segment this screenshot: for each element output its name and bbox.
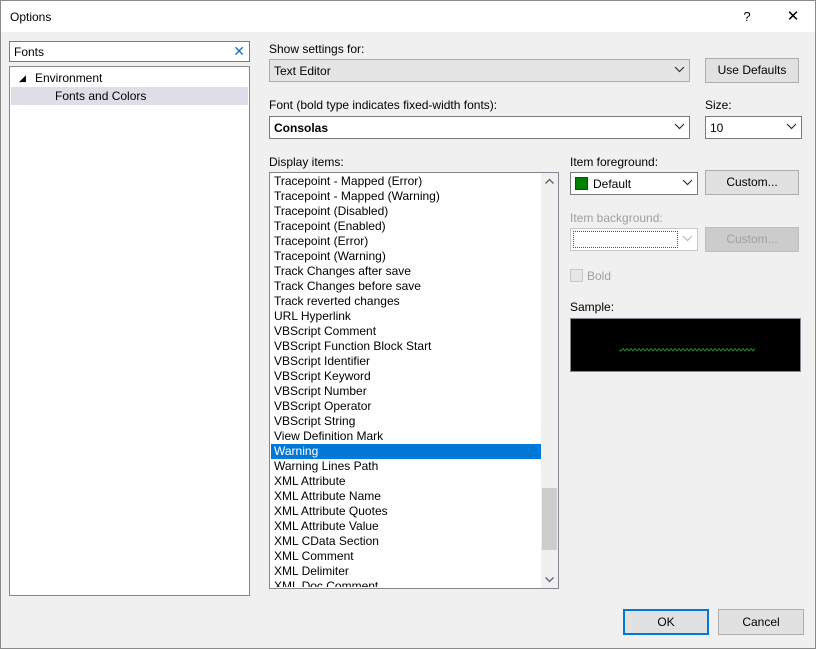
list-item[interactable]: Tracepoint - Mapped (Warning) [271,189,541,204]
list-item[interactable]: URL Hyperlink [271,309,541,324]
search-input[interactable] [14,44,224,59]
item-background-combo[interactable] [570,228,698,251]
show-settings-label: Show settings for: [269,42,365,56]
use-defaults-button[interactable]: Use Defaults [705,58,799,83]
list-item[interactable]: View Definition Mark [271,429,541,444]
list-item[interactable]: Tracepoint (Warning) [271,249,541,264]
tree-item-label: Environment [35,71,103,85]
cancel-button[interactable]: Cancel [718,609,804,635]
size-combo[interactable]: 10 [705,116,802,139]
list-item[interactable]: XML Doc Comment [271,579,541,587]
item-background-label: Item background: [570,211,663,225]
size-value: 10 [710,121,724,135]
list-scrollbar[interactable] [541,173,558,588]
list-item[interactable]: Tracepoint - Mapped (Error) [271,174,541,189]
list-item[interactable]: Track reverted changes [271,294,541,309]
item-background-custom-button[interactable]: Custom... [705,227,799,252]
list-item[interactable]: XML Attribute [271,474,541,489]
chevron-down-icon [786,123,797,130]
item-foreground-value: Default [593,177,632,191]
options-dialog: Options ? ✕ ✕ ◢ Environment Fonts and Co… [0,0,816,649]
list-item[interactable]: VBScript Identifier [271,354,541,369]
list-item[interactable]: VBScript Keyword [271,369,541,384]
title-bar: Options ? ✕ [1,1,815,32]
scroll-down-icon[interactable] [541,571,558,588]
font-value: Consolas [274,121,329,135]
clear-search-icon[interactable]: ✕ [233,43,245,60]
list-item[interactable]: Track Changes before save [271,279,541,294]
scrollbar-thumb[interactable] [542,488,557,550]
chevron-down-icon [674,123,685,130]
display-items-label: Display items: [269,155,344,169]
options-tree[interactable]: ◢ Environment Fonts and Colors [9,66,250,596]
item-foreground-label: Item foreground: [570,155,659,169]
chevron-down-icon [682,179,693,186]
tree-item-environment[interactable]: ◢ Environment [11,69,248,87]
font-label: Font (bold type indicates fixed-width fo… [269,98,498,112]
item-foreground-custom-button[interactable]: Custom... [705,170,799,195]
tree-item-label: Fonts and Colors [55,89,147,103]
bold-checkbox[interactable] [570,269,583,282]
list-item[interactable]: XML Attribute Name [271,489,541,504]
list-item[interactable]: XML Attribute Value [271,519,541,534]
color-swatch [575,177,588,190]
warning-squiggle-icon [619,347,755,352]
list-item[interactable]: VBScript String [271,414,541,429]
font-combo[interactable]: Consolas [269,116,690,139]
ok-button[interactable]: OK [623,609,709,635]
list-item[interactable]: Track Changes after save [271,264,541,279]
list-item[interactable]: VBScript Comment [271,324,541,339]
expanded-arrow-icon[interactable]: ◢ [19,69,26,87]
list-item[interactable]: XML Delimiter [271,564,541,579]
sample-label: Sample: [570,300,615,314]
tree-item-fonts-and-colors[interactable]: Fonts and Colors [11,87,248,105]
sample-preview [570,318,801,372]
list-item[interactable]: VBScript Number [271,384,541,399]
size-label: Size: [705,98,732,112]
show-settings-combo[interactable]: Text Editor [269,59,690,82]
list-item[interactable]: Tracepoint (Error) [271,234,541,249]
scroll-up-icon[interactable] [541,173,558,190]
list-item[interactable]: XML CData Section [271,534,541,549]
display-items-viewport: Tracepoint - Mapped (Error) Tracepoint - … [271,174,541,587]
focus-rect [573,231,678,248]
chevron-down-icon [674,66,685,73]
help-button[interactable]: ? [725,1,769,32]
list-item[interactable]: VBScript Function Block Start [271,339,541,354]
list-item[interactable]: Warning Lines Path [271,459,541,474]
list-item[interactable]: Tracepoint (Disabled) [271,204,541,219]
close-button[interactable]: ✕ [771,1,815,32]
list-item[interactable]: Warning [271,444,541,459]
list-item[interactable]: XML Comment [271,549,541,564]
list-item[interactable]: VBScript Operator [271,399,541,414]
chevron-down-icon [682,235,693,242]
list-item[interactable]: Tracepoint (Enabled) [271,219,541,234]
display-items-list[interactable]: Tracepoint - Mapped (Error) Tracepoint - … [269,172,559,589]
list-item[interactable]: XML Attribute Quotes [271,504,541,519]
show-settings-value: Text Editor [274,64,331,78]
bold-label: Bold [587,269,612,283]
window-title: Options [10,10,52,24]
search-box[interactable]: ✕ [9,41,250,62]
item-foreground-combo[interactable]: Default [570,172,698,195]
